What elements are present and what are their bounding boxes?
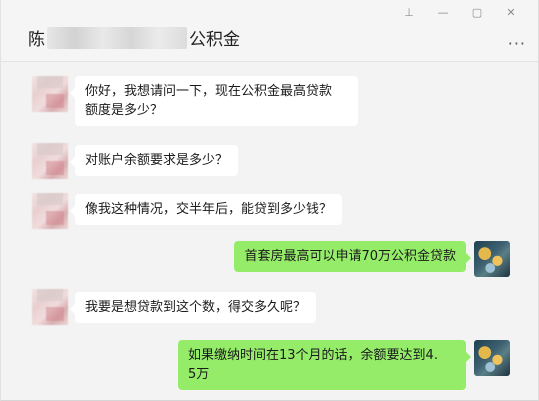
message-bubble-incoming[interactable]: 你好，我想请问一下，现在公积金最高贷款 额度是多少？: [70, 76, 358, 126]
message-bubble-incoming[interactable]: 对账户余额要求是多少？: [69, 145, 239, 176]
chat-title: 陈 公积金: [28, 25, 240, 50]
chat-window: ⊥ — ▢ ✕ 陈 公积金 ··· 你好，我想请问一下，现在公积金最高贷款 额度…: [0, 0, 539, 401]
more-options-button[interactable]: ···: [508, 34, 526, 53]
pin-icon[interactable]: ⊥: [392, 4, 426, 20]
maximize-icon[interactable]: ▢: [460, 4, 494, 20]
contact-avatar[interactable]: [32, 143, 68, 179]
chat-title-suffix: 公积金: [189, 30, 240, 50]
title-bar: ⊥ — ▢ ✕ 陈 公积金 ···: [1, 0, 538, 62]
close-icon[interactable]: ✕: [494, 4, 528, 20]
minimize-icon[interactable]: —: [426, 4, 460, 20]
user-avatar[interactable]: [474, 340, 510, 376]
chat-title-prefix: 陈: [28, 30, 45, 50]
message-bubble-outgoing[interactable]: 首套房最高可以申请70万公积金贷款: [234, 241, 471, 272]
window-controls: ⊥ — ▢ ✕: [392, 4, 528, 20]
message-bubble-incoming[interactable]: 像我这种情况，交半年后，能贷到多少钱？: [69, 194, 343, 225]
user-avatar[interactable]: [474, 241, 510, 277]
contact-avatar[interactable]: [32, 289, 68, 325]
message-bubble-outgoing[interactable]: 如果缴纳时间在13个月的话，余额要达到4. 5万: [178, 340, 471, 390]
message-bubble-incoming[interactable]: 我要是想贷款到这个数，得交多久呢？: [69, 292, 317, 323]
contact-avatar[interactable]: [32, 193, 68, 229]
contact-avatar[interactable]: [32, 76, 68, 112]
redacted-name: [47, 26, 187, 49]
